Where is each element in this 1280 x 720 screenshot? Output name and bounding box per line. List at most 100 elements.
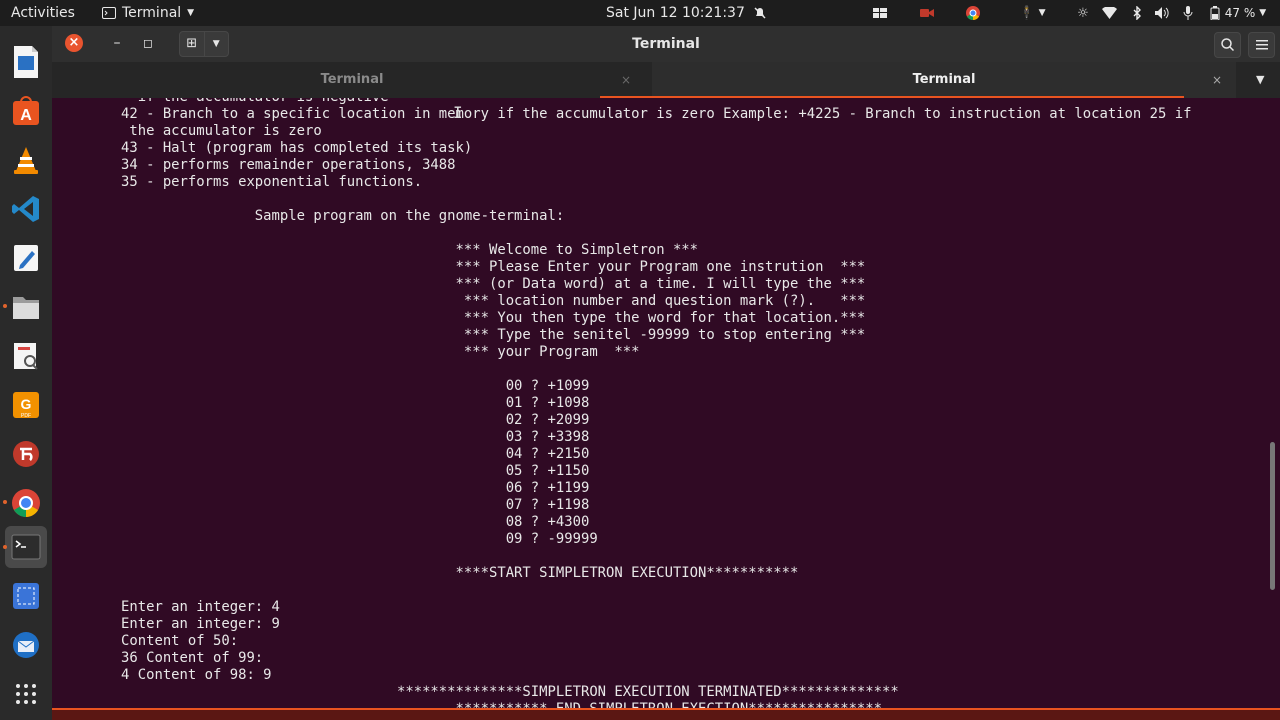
terminal-line: 08 ? +4300 — [505, 514, 590, 530]
window-header: × – ◻ ⊞ ▼ Terminal — [52, 26, 1280, 62]
terminal-line: *** (or Data word) at a time. I will typ… — [455, 276, 866, 292]
thunderbird-icon[interactable] — [5, 624, 47, 666]
clock[interactable]: Sat Jun 12 10:21:37 — [606, 0, 767, 26]
running-indicator — [3, 545, 7, 549]
dock: A G PDF — [0, 26, 53, 720]
battery-menu[interactable]: 47 % ▼ — [1207, 4, 1269, 22]
terminal-line: 07 ? +1198 — [505, 497, 590, 513]
files-icon[interactable] — [5, 286, 47, 328]
tabs-dropdown-button[interactable]: ▼ — [1256, 62, 1264, 98]
mouse-cursor-icon: I — [453, 103, 463, 122]
terminal-line: 06 ? +1199 — [505, 480, 590, 496]
terminal-line: ***************SIMPLETRON EXECUTION TERM… — [396, 684, 899, 700]
tab-terminal-1[interactable]: Terminal × — [52, 62, 652, 98]
accessibility-icon: 🕴 — [1018, 5, 1035, 21]
terminal-line: Enter an integer: 4 — [121, 599, 280, 615]
svg-text:G: G — [21, 396, 32, 412]
terminal-line: *** Type the senitel -99999 to stop ente… — [463, 327, 866, 343]
new-tab-group: ⊞ ▼ — [179, 31, 229, 57]
minimize-button[interactable]: – — [107, 32, 127, 54]
terminal-app-icon — [102, 7, 116, 19]
terminal-line: 35 - performs exponential functions. — [121, 174, 423, 190]
document-viewer-icon[interactable] — [5, 335, 47, 377]
screenshot-tool-icon[interactable] — [5, 575, 47, 617]
terminal-line: Enter an integer: 9 — [121, 616, 280, 632]
notifications-off-icon — [754, 7, 766, 19]
app-menu[interactable]: Terminal ▼ — [102, 0, 194, 26]
microphone-icon[interactable] — [1181, 4, 1195, 22]
windows-icon[interactable] — [872, 4, 888, 22]
vlc-icon[interactable] — [5, 139, 47, 181]
terminal-line: 09 ? -99999 — [505, 531, 598, 547]
app-menu-label: Terminal — [122, 5, 182, 21]
volume-icon[interactable] — [1154, 4, 1170, 22]
terminal-line: 01 ? +1098 — [505, 395, 590, 411]
bottom-strip — [52, 710, 1280, 720]
show-applications-icon[interactable] — [5, 673, 47, 715]
terminal-line: 00 ? +1099 — [505, 378, 590, 394]
terminal-line: *** Welcome to Simpletron *** — [455, 242, 699, 258]
chevron-down-icon[interactable]: ▼ — [205, 32, 229, 56]
svg-text:PDF: PDF — [21, 413, 31, 419]
tab-terminal-2[interactable]: Terminal × — [652, 62, 1236, 98]
terminal-line: the accumulator is zero — [129, 123, 322, 139]
svg-text:A: A — [20, 107, 32, 124]
battery-percent: 47 % — [1224, 6, 1256, 20]
tab-bar: Terminal × Terminal × ▼ — [52, 62, 1280, 98]
terminal-dock-icon[interactable] — [5, 526, 47, 568]
terminal-line: 05 ? +1150 — [505, 463, 590, 479]
close-icon[interactable]: × — [1212, 62, 1222, 98]
tab-label: Terminal — [320, 72, 384, 87]
hamburger-icon — [1255, 40, 1268, 50]
close-button[interactable]: × — [65, 34, 83, 52]
terminal-line: if the accumulator is negative — [121, 98, 389, 105]
vscode-icon[interactable] — [5, 188, 47, 230]
terminal-line: 4 Content of 98: 9 — [121, 667, 272, 683]
terminal-line: 43 - Halt (program has completed its tas… — [121, 140, 473, 156]
screen-record-icon[interactable] — [919, 4, 935, 22]
search-button[interactable] — [1214, 32, 1241, 58]
pdf-tool-icon[interactable]: G PDF — [5, 384, 47, 426]
terminal-line: 04 ? +2150 — [505, 446, 590, 462]
chrome-icon[interactable] — [965, 4, 981, 22]
terminal-line: 36 Content of 99: — [121, 650, 264, 666]
scrollbar-thumb[interactable] — [1270, 442, 1275, 590]
top-bar: Activities Terminal ▼ Sat Jun 12 10:21:3… — [0, 0, 1280, 26]
terminal-line: 34 - performs remainder operations, 3488 — [121, 157, 456, 173]
app-red-icon[interactable] — [5, 433, 47, 475]
terminal-line: *** location number and question mark (?… — [463, 293, 866, 309]
terminal-line: 02 ? +2099 — [505, 412, 590, 428]
terminal-line: *** your Program *** — [463, 344, 640, 360]
close-icon[interactable]: × — [621, 62, 631, 98]
terminal-line: *** You then type the word for that loca… — [463, 310, 866, 326]
hamburger-menu-button[interactable] — [1248, 32, 1275, 58]
brightness-icon[interactable]: ☼ — [1075, 4, 1091, 22]
bluetooth-icon[interactable] — [1129, 4, 1145, 22]
maximize-button[interactable]: ◻ — [138, 32, 158, 54]
chevron-down-icon: ▼ — [1038, 8, 1046, 18]
activities-button[interactable]: Activities — [11, 0, 75, 26]
new-tab-button[interactable]: ⊞ — [180, 32, 205, 56]
chevron-down-icon: ▼ — [187, 8, 195, 18]
terminal-line: 42 - Branch to a specific location in me… — [121, 106, 1192, 122]
battery-icon — [1210, 6, 1220, 20]
wifi-icon[interactable] — [1101, 4, 1117, 22]
terminal-line: Sample program on the gnome-terminal: — [254, 208, 565, 224]
running-indicator — [3, 304, 7, 308]
terminal-output[interactable]: if the accumulator is negative 42 - Bran… — [52, 98, 1280, 710]
terminal-text: if the accumulator is negative 42 - Bran… — [121, 98, 1191, 710]
ubuntu-software-icon[interactable]: A — [5, 90, 47, 132]
terminal-line: *** Please Enter your Program one instru… — [455, 259, 866, 275]
chevron-down-icon: ▼ — [1259, 8, 1267, 18]
text-editor-icon[interactable] — [5, 237, 47, 279]
window-title: Terminal — [632, 36, 700, 52]
tab-label: Terminal — [912, 72, 976, 87]
terminal-line: 03 ? +3398 — [505, 429, 590, 445]
terminal-line: ****START SIMPLETRON EXECUTION**********… — [455, 565, 799, 581]
running-indicator — [3, 500, 7, 504]
clock-label: Sat Jun 12 10:21:37 — [606, 5, 745, 21]
accessibility-menu[interactable]: 🕴 ▼ — [1012, 4, 1052, 22]
chrome-dock-icon[interactable] — [5, 482, 47, 524]
search-icon — [1221, 38, 1235, 52]
libreoffice-writer-icon[interactable] — [5, 41, 47, 83]
